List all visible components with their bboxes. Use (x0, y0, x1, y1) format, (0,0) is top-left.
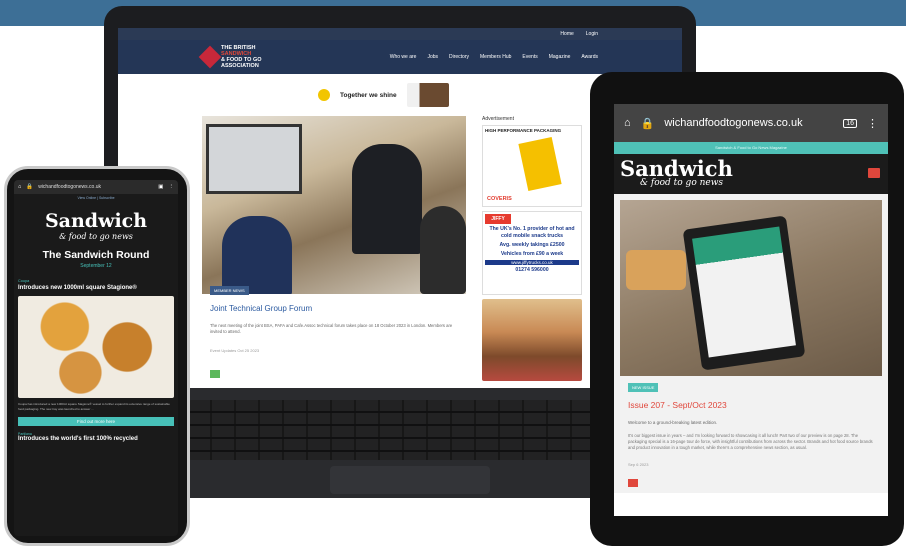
sandwich-advert-image[interactable] (482, 299, 582, 381)
sponsor-logo-icon (318, 89, 330, 101)
home-link[interactable]: Home (560, 31, 573, 37)
hamburger-menu-icon[interactable] (868, 168, 880, 178)
food-packaging-image (18, 296, 174, 398)
article-hero-image (202, 116, 466, 294)
laptop-keyboard (188, 400, 632, 460)
tablet-article: NEW ISSUE Issue 207 - Sept/Oct 2023 Welc… (614, 194, 888, 493)
nav-item-who-we-are[interactable]: Who we are (390, 54, 417, 60)
nav-item-magazine[interactable]: Magazine (549, 54, 571, 60)
nav-item-directory[interactable]: Directory (449, 54, 469, 60)
jiffy-logo: JIFFY (485, 214, 511, 224)
home-icon[interactable]: ⌂ (18, 184, 21, 190)
sandwich-image (626, 250, 686, 290)
nav-item-events[interactable]: Events (522, 54, 537, 60)
nav-item-members-hub[interactable]: Members Hub (480, 54, 511, 60)
main-menu: Who we are Jobs Directory Members Hub Ev… (390, 40, 598, 74)
issue-title[interactable]: Issue 207 - Sept/Oct 2023 (628, 400, 874, 410)
jiffy-advert[interactable]: JIFFY The UK's No. 1 provider of hot and… (482, 211, 582, 295)
tablet-info-strip: Sandwich & Food to Go News Magazine (614, 142, 888, 154)
issue-badge: NEW ISSUE (628, 383, 659, 392)
packaging-image (518, 136, 562, 192)
home-icon[interactable]: ⌂ (624, 117, 631, 129)
newsletter-top-links[interactable]: View Online | Subscribe (14, 194, 178, 202)
more-menu-icon[interactable]: ⋮ (169, 184, 175, 190)
person-figure (420, 206, 466, 294)
next-story-headline[interactable]: Introduces the world's first 100% recycl… (14, 436, 178, 442)
person-figure (222, 216, 292, 294)
sponsor-banner[interactable]: Together we shine (318, 82, 498, 108)
lock-icon: 🔒 (26, 184, 34, 190)
article-badge: MEMBER NEWS (210, 286, 249, 295)
story-body: Coupa has introduced a new 1000ml square… (18, 402, 170, 411)
laptop-navbar: THE BRITISH SANDWICH & FOOD TO GO ASSOCI… (118, 40, 682, 74)
story-company: Coupa (18, 279, 30, 283)
tabs-icon[interactable]: ▣ (158, 184, 163, 190)
tablet-url-bar[interactable]: wichandfoodtogonews.co.uk (664, 117, 833, 129)
laptop-trackpad (330, 466, 490, 494)
read-more-button[interactable] (628, 478, 638, 487)
more-menu-icon[interactable]: ⋮ (867, 117, 878, 130)
sponsor-tagline: Together we shine (340, 91, 397, 99)
sponsor-image (406, 83, 449, 107)
phone-brand-logo: Sandwich & food to go news (44, 210, 148, 241)
magazine-hero-image (620, 200, 882, 376)
tablet-site-header: Sandwich & food to go news (614, 154, 888, 194)
nav-item-jobs[interactable]: Jobs (427, 54, 438, 60)
issue-date: Sep 6 2023 (628, 461, 649, 467)
find-out-more-button[interactable]: Find out more here (18, 417, 174, 426)
nav-item-awards[interactable]: Awards (581, 54, 598, 60)
read-more-button[interactable] (210, 370, 220, 378)
tab-count-icon[interactable]: 16 (843, 118, 857, 128)
article-title[interactable]: Joint Technical Group Forum (210, 304, 312, 313)
tablet-brand-sub: & food to go news (640, 178, 724, 188)
login-link[interactable]: Login (586, 31, 598, 37)
bsa-logo[interactable]: THE BRITISH SANDWICH & FOOD TO GO ASSOCI… (198, 44, 266, 70)
phone-screen: ⌂ 🔒 wichandfoodtogonews.co.uk ▣ ⋮ View O… (14, 180, 178, 536)
newsletter-title: The Sandwich Round (42, 249, 150, 261)
story-headline[interactable]: Introduces new 1000ml square Stagione® (14, 285, 178, 292)
lock-icon: 🔒 (640, 117, 655, 130)
article-excerpt: The next meeting of the joint BSA, PAFA … (210, 323, 453, 334)
phone-browser-bar: ⌂ 🔒 wichandfoodtogonews.co.uk ▣ ⋮ (14, 180, 178, 194)
article-meta: Event Updates Oct 25 2023 (210, 348, 260, 353)
tablet-screen: ⌂ 🔒 wichandfoodtogonews.co.uk 16 ⋮ Sandw… (614, 104, 888, 516)
advert-label: Advertisement (482, 116, 514, 122)
laptop-topbar: Home Login (118, 28, 682, 40)
advert-column: Advertisement HIGH PERFORMANCE PACKAGING… (482, 116, 582, 381)
newsletter-date: September 12 (80, 263, 112, 269)
article-card[interactable]: MEMBER NEWS Joint Technical Group Forum … (202, 116, 466, 388)
bsa-logo-text: THE BRITISH SANDWICH & FOOD TO GO ASSOCI… (221, 45, 262, 69)
phone-url-bar[interactable]: wichandfoodtogonews.co.uk (38, 184, 153, 190)
coveris-advert[interactable]: HIGH PERFORMANCE PACKAGING COVERIS (482, 125, 582, 207)
issue-body: It's our biggest issue in years – and I'… (628, 433, 873, 451)
person-figure (352, 144, 422, 254)
tablet-browser-bar: ⌂ 🔒 wichandfoodtogonews.co.uk 16 ⋮ (614, 104, 888, 142)
issue-subtitle: Welcome to a ground-breaking latest edit… (628, 420, 718, 425)
magazine-cover (692, 226, 796, 358)
bsa-logo-icon (198, 45, 222, 69)
device-mockup-stage: Home Login THE BRITISH SANDWICH & FOOD T… (0, 0, 906, 549)
video-call-monitor (206, 124, 302, 194)
